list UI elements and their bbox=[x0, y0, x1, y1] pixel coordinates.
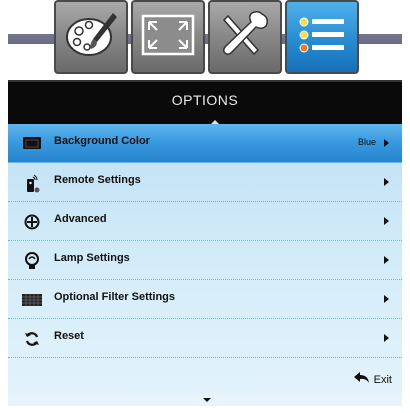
chevron-right-icon bbox=[384, 139, 389, 147]
chevron-right-icon bbox=[384, 334, 389, 342]
menu-item-lamp-settings[interactable]: Lamp Settings bbox=[8, 241, 402, 280]
menu-header: OPTIONS bbox=[8, 80, 402, 126]
menu-footer bbox=[8, 396, 402, 406]
menu-item-optional-filter-settings[interactable]: Optional Filter Settings bbox=[8, 280, 402, 319]
chevron-right-icon bbox=[384, 178, 389, 186]
reset-icon bbox=[22, 329, 42, 349]
tab-setup[interactable] bbox=[208, 0, 282, 74]
target-icon bbox=[22, 212, 42, 232]
tab-image[interactable] bbox=[54, 0, 128, 74]
scroll-down-icon[interactable] bbox=[203, 398, 211, 402]
tab-display[interactable] bbox=[131, 0, 205, 74]
return-arrow-icon bbox=[353, 372, 370, 387]
menu-item-value: Blue bbox=[357, 137, 376, 147]
filter-icon bbox=[22, 290, 42, 310]
chevron-right-icon bbox=[384, 256, 389, 264]
exit-label: Exit bbox=[373, 373, 392, 386]
tools-icon bbox=[218, 10, 272, 65]
page-title: OPTIONS bbox=[171, 92, 239, 108]
menu-item-advanced[interactable]: Advanced bbox=[8, 202, 402, 241]
remote-icon bbox=[22, 173, 42, 193]
menu-item-label: Optional Filter Settings bbox=[54, 291, 176, 303]
chevron-right-icon bbox=[384, 217, 389, 225]
menu-item-remote-settings[interactable]: Remote Settings bbox=[8, 163, 402, 202]
osd-menu: OPTIONS Background Color Blue Remote Set… bbox=[0, 0, 410, 413]
monitor-icon bbox=[22, 134, 42, 154]
tab-bar bbox=[0, 0, 410, 80]
palette-icon bbox=[63, 9, 119, 66]
chevron-right-icon bbox=[384, 295, 389, 303]
menu-item-label: Lamp Settings bbox=[54, 252, 130, 264]
tab-options[interactable] bbox=[285, 0, 359, 74]
list-icon bbox=[298, 14, 346, 61]
menu-item-reset[interactable]: Reset bbox=[8, 319, 402, 358]
menu-item-label: Reset bbox=[54, 330, 84, 342]
options-menu: Background Color Blue Remote Settings Ad… bbox=[8, 124, 402, 403]
exit-button[interactable]: Exit bbox=[353, 372, 392, 387]
menu-item-label: Advanced bbox=[54, 213, 107, 225]
menu-item-label: Background Color bbox=[54, 135, 150, 147]
fullscreen-icon bbox=[141, 14, 195, 61]
menu-item-label: Remote Settings bbox=[54, 174, 141, 186]
lamp-icon bbox=[22, 251, 42, 271]
menu-item-background-color[interactable]: Background Color Blue bbox=[8, 124, 402, 163]
